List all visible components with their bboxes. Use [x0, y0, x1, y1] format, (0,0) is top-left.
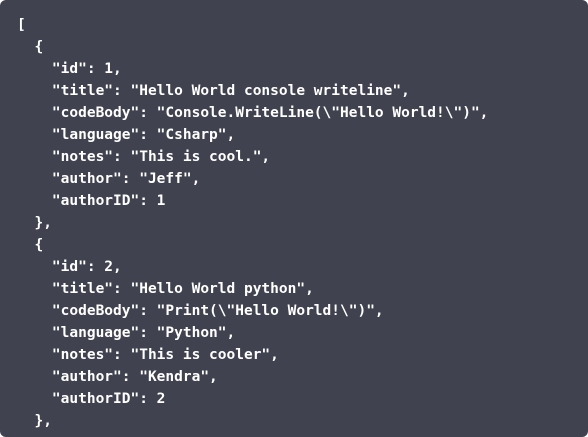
code-line: "authorID": 2	[17, 391, 166, 407]
code-block: [ { "id": 1, "title": "Hello World conso…	[0, 0, 588, 437]
code-line: "id": 1,	[17, 61, 122, 77]
code-line: "notes": "This is cooler",	[17, 347, 279, 363]
code-line: "author": "Jeff",	[17, 171, 201, 187]
code-line: [	[17, 17, 26, 33]
code-line: "language": "Csharp",	[17, 127, 236, 143]
code-line: "notes": "This is cool.",	[17, 149, 271, 165]
code-line: "codeBody": "Console.WriteLine(\"Hello W…	[17, 105, 489, 121]
code-line: {	[17, 39, 44, 55]
code-line: "author": "Kendra",	[17, 369, 218, 385]
code-line: "id": 2,	[17, 259, 122, 275]
code-line: "language": "Python",	[17, 325, 236, 341]
code-line: },	[17, 413, 52, 429]
code-line: "authorID": 1	[17, 193, 166, 209]
code-line: },	[17, 215, 52, 231]
code-line: "codeBody": "Print(\"Hello World!\")",	[17, 303, 384, 319]
code-line: {	[17, 237, 44, 253]
code-content: [ { "id": 1, "title": "Hello World conso…	[0, 0, 588, 432]
code-line: "title": "Hello World python",	[17, 281, 314, 297]
code-line: "title": "Hello World console writeline"…	[17, 83, 410, 99]
